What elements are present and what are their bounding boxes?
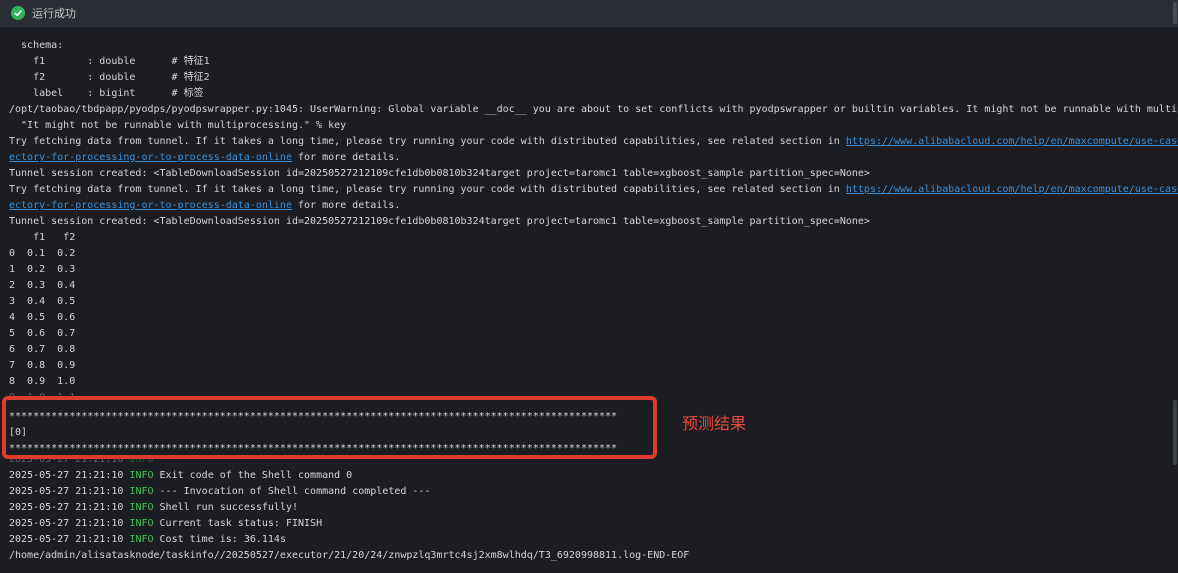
console-line: ectory-for-processing-or-to-process-data… — [9, 198, 400, 214]
run-status-bar: 运行成功 — [0, 0, 1178, 27]
console-line-text: Tunnel session created: <TableDownloadSe… — [9, 216, 870, 227]
console-line-text: Try fetching data from tunnel. If it tak… — [9, 184, 846, 195]
status-scrollbar[interactable] — [1173, 2, 1177, 24]
console-line-text: f1 f2 — [9, 232, 76, 243]
console-line-text: 0 0.1 0.2 — [9, 248, 76, 259]
console-line-text: f2 : double # 特征2 — [9, 72, 210, 83]
console-line: 2025-05-27 21:21:10 INFO --- Invocation … — [9, 484, 430, 500]
console-line-text: Current task status: FINISH — [153, 518, 323, 529]
help-link[interactable]: ectory-for-processing-or-to-process-data… — [9, 200, 292, 211]
run-status-text: 运行成功 — [32, 7, 76, 20]
console-line: ectory-for-processing-or-to-process-data… — [9, 150, 400, 166]
console-line-text: 2025-05-27 21:21:10 — [9, 534, 130, 545]
prediction-highlight-box — [2, 396, 657, 459]
console-line-text: 3 0.4 0.5 — [9, 296, 76, 307]
console-line-text: f1 : double # 特征1 — [9, 56, 210, 67]
console-line: 0 0.1 0.2 — [9, 246, 75, 262]
console-line: 2025-05-27 21:21:10 INFO Exit code of th… — [9, 468, 352, 484]
log-level-info: INFO — [129, 518, 154, 529]
console-line: 2025-05-27 21:21:10 INFO Current task st… — [9, 516, 322, 532]
console-line: 2 0.3 0.4 — [9, 278, 75, 294]
console-line-text: for more details. — [291, 152, 401, 163]
console-line-text: schema: — [9, 40, 64, 51]
console-line: Try fetching data from tunnel. If it tak… — [9, 182, 1178, 198]
console-line-text: /opt/taobao/tbdpapp/pyodps/pyodpswrapper… — [9, 104, 1178, 115]
console-line: Try fetching data from tunnel. If it tak… — [9, 134, 1178, 150]
console-line: 2025-05-27 21:21:10 INFO Shell run succe… — [9, 500, 298, 516]
console-line: f2 : double # 特征2 — [9, 70, 210, 86]
console-line: 5 0.6 0.7 — [9, 326, 75, 342]
help-link[interactable]: ectory-for-processing-or-to-process-data… — [9, 152, 292, 163]
console-line: 6 0.7 0.8 — [9, 342, 75, 358]
console-output: schema: f1 : double # 特征1 f2 : double # … — [0, 27, 1178, 573]
console-line-text: 2025-05-27 21:21:10 — [9, 518, 130, 529]
console-line-text: Exit code of the Shell command 0 — [153, 470, 353, 481]
console-line: f1 : double # 特征1 — [9, 54, 210, 70]
console-line-text: 8 0.9 1.0 — [9, 376, 76, 387]
console-line-text: 4 0.5 0.6 — [9, 312, 76, 323]
check-circle-icon — [11, 6, 25, 20]
console-line: Tunnel session created: <TableDownloadSe… — [9, 214, 870, 230]
console-line: 7 0.8 0.9 — [9, 358, 75, 374]
prediction-annotation: 预测结果 — [682, 414, 747, 433]
console-line: /home/admin/alisatasknode/taskinfo//2025… — [9, 548, 689, 564]
console-line: /opt/taobao/tbdpapp/pyodps/pyodpswrapper… — [9, 102, 1178, 118]
console-line-text: Cost time is: 36.114s — [153, 534, 286, 545]
log-level-info: INFO — [129, 534, 154, 545]
console-line-text: for more details. — [291, 200, 401, 211]
console-line: 4 0.5 0.6 — [9, 310, 75, 326]
console-line: Tunnel session created: <TableDownloadSe… — [9, 166, 870, 182]
help-link[interactable]: https://www.alibabacloud.com/help/en/max… — [846, 184, 1178, 195]
console-line-text: 7 0.8 0.9 — [9, 360, 76, 371]
console-line: schema: — [9, 38, 63, 54]
console-line-text: 1 0.2 0.3 — [9, 264, 76, 275]
log-level-info: INFO — [129, 502, 154, 513]
console-line-text: --- Invocation of Shell command complete… — [153, 486, 431, 497]
console-line: label : bigint # 标签 — [9, 86, 204, 102]
console-line-text: 2025-05-27 21:21:10 — [9, 502, 130, 513]
log-level-info: INFO — [129, 470, 154, 481]
console-line-text: label : bigint # 标签 — [9, 88, 204, 99]
console-line-text: 6 0.7 0.8 — [9, 344, 76, 355]
console-line-text: 2025-05-27 21:21:10 — [9, 470, 130, 481]
console-line-text: Shell run successfully! — [153, 502, 299, 513]
log-level-info: INFO — [129, 486, 154, 497]
console-line: 2025-05-27 21:21:10 INFO Cost time is: 3… — [9, 532, 286, 548]
help-link[interactable]: https://www.alibabacloud.com/help/en/max… — [846, 136, 1178, 147]
console-line-text: Try fetching data from tunnel. If it tak… — [9, 136, 846, 147]
console-line: 3 0.4 0.5 — [9, 294, 75, 310]
console-line-text: 5 0.6 0.7 — [9, 328, 76, 339]
console-line: 8 0.9 1.0 — [9, 374, 75, 390]
console-line-text: /home/admin/alisatasknode/taskinfo//2025… — [9, 550, 690, 561]
console-line-text: 2 0.3 0.4 — [9, 280, 76, 291]
console-line: f1 f2 — [9, 230, 75, 246]
console-line: 1 0.2 0.3 — [9, 262, 75, 278]
console-line-text: 2025-05-27 21:21:10 — [9, 486, 130, 497]
console-scrollbar[interactable] — [1173, 400, 1177, 465]
console-line-text: "It might not be runnable with multiproc… — [9, 120, 347, 131]
console-line-text: Tunnel session created: <TableDownloadSe… — [9, 168, 870, 179]
console-line: "It might not be runnable with multiproc… — [9, 118, 346, 134]
